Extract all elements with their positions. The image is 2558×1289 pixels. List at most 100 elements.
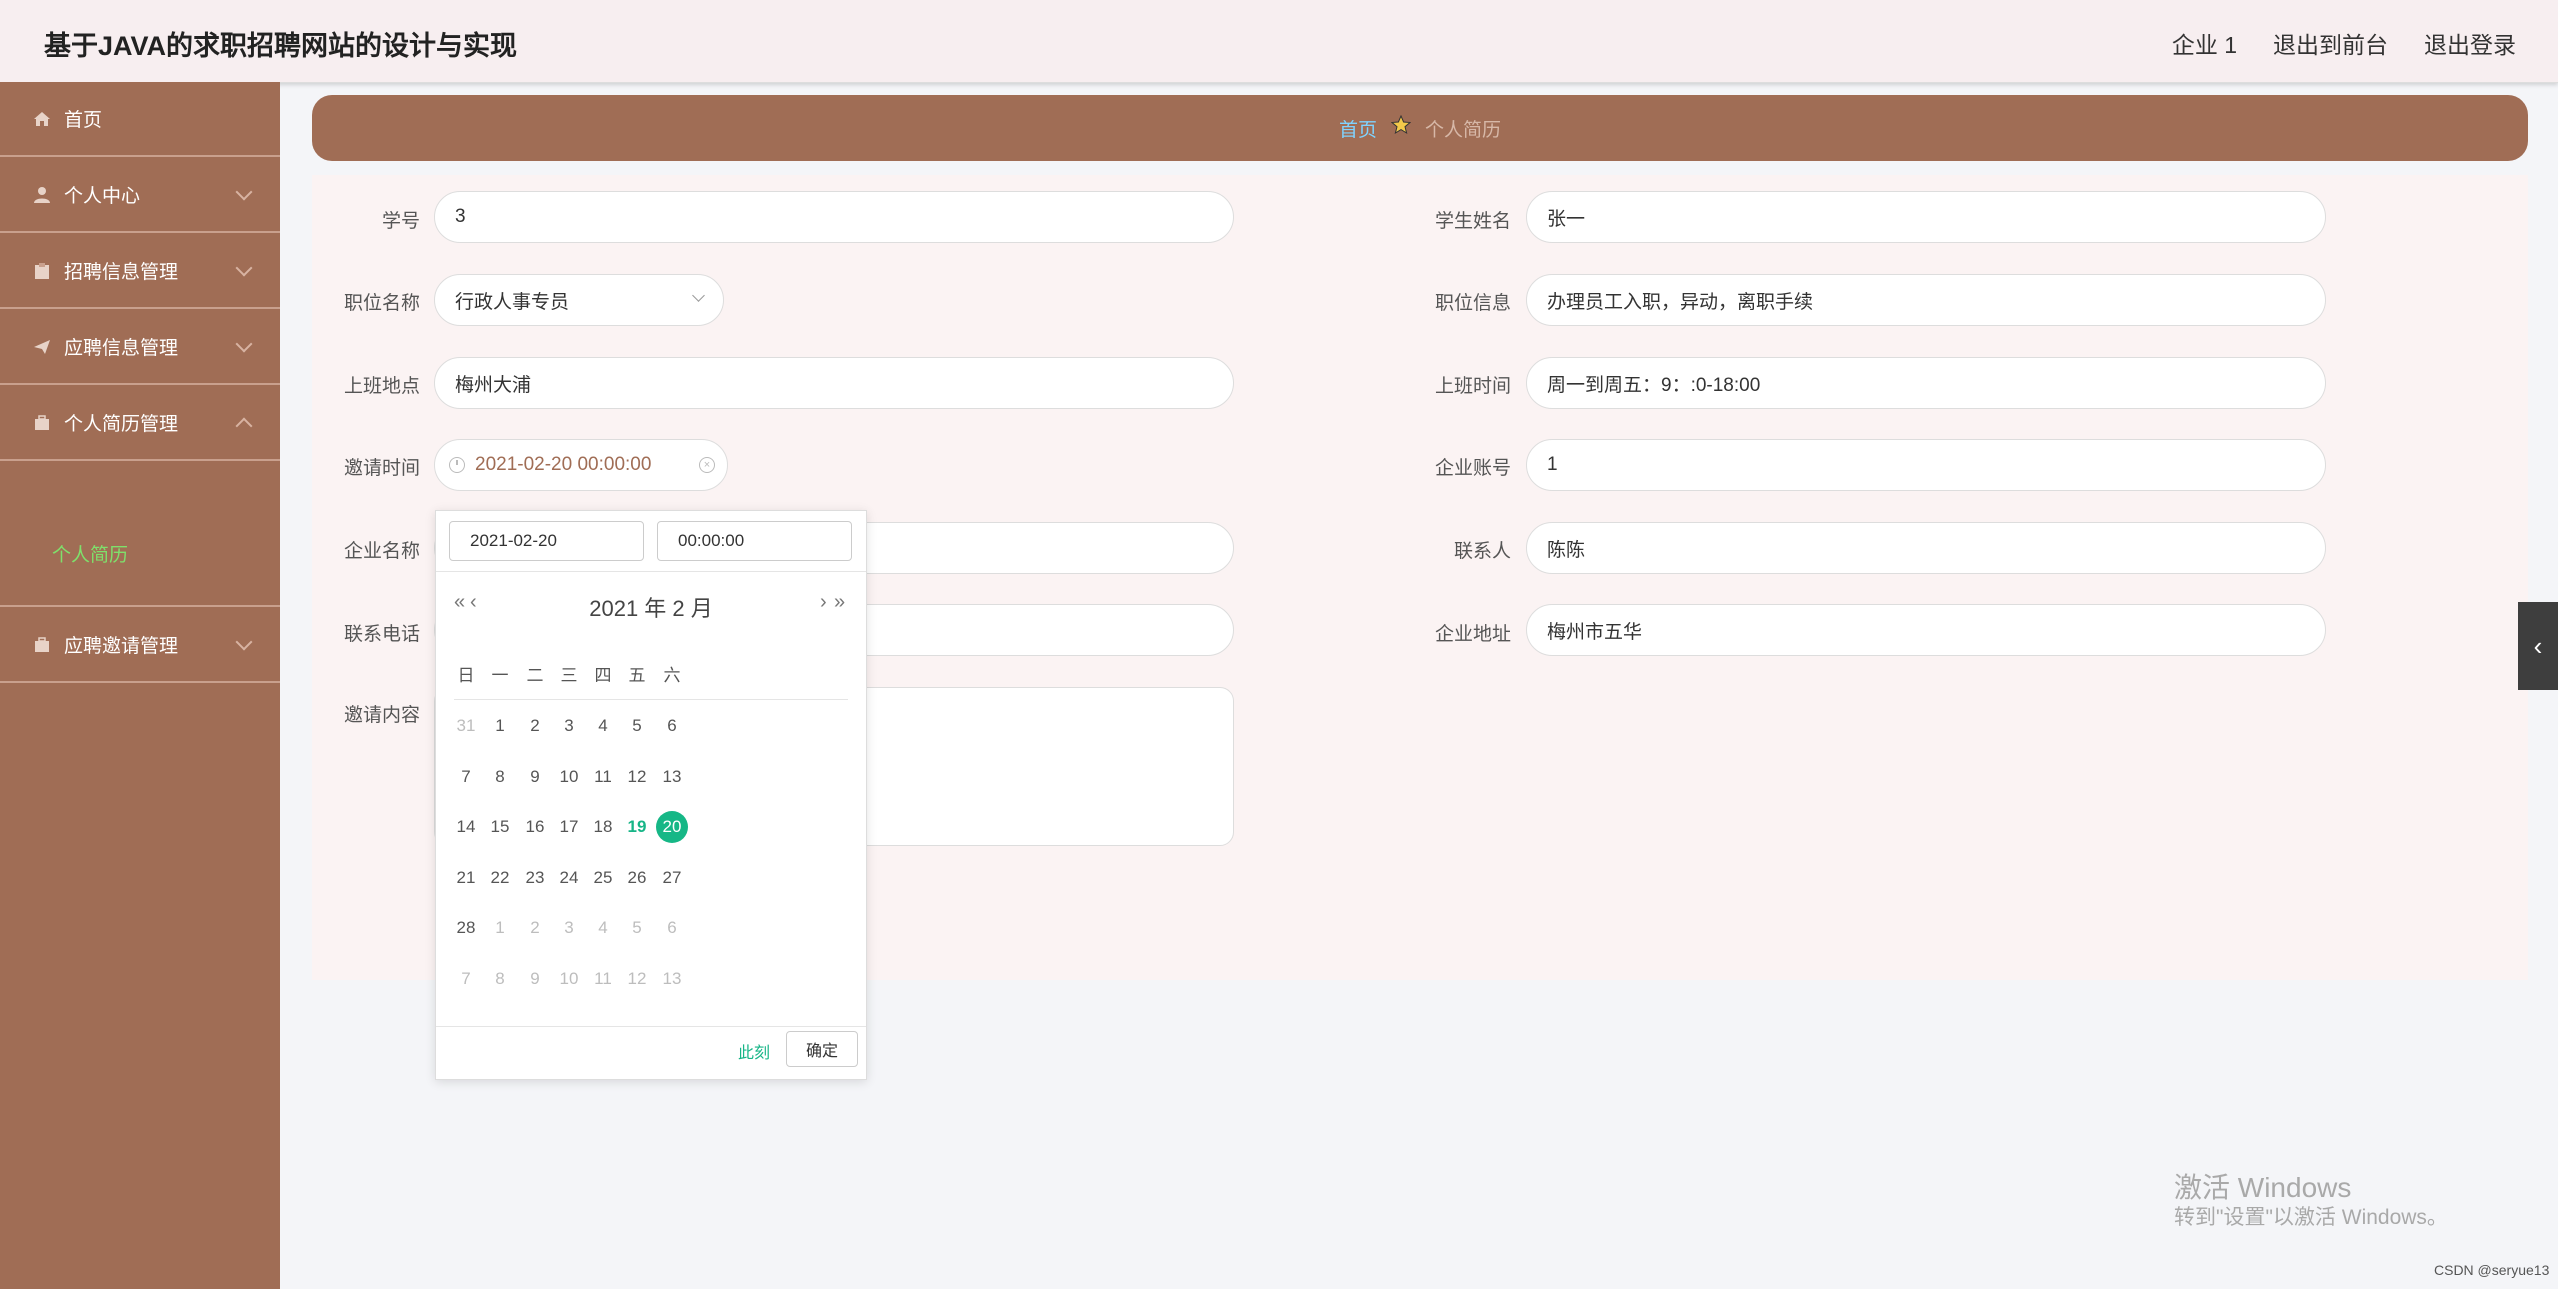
label-company-address: 企业地址 [1434,624,1511,645]
chevron-down-icon [235,259,253,277]
weekday-label: 五 [628,666,646,685]
calendar-day[interactable]: 12 [617,759,657,795]
invite-time-picker[interactable]: 2021-02-20 00:00:00 × [434,439,728,491]
calendar-day[interactable]: 13 [652,759,692,795]
briefcase-icon [32,413,52,433]
calendar-day[interactable]: 8 [480,961,520,997]
calendar-day[interactable]: 27 [652,860,692,896]
date-picker-popup: 2021-02-20 00:00:00 « ‹ 2021 年 2 月 › » 日… [435,510,867,1080]
label-student-name: 学生姓名 [1434,211,1511,232]
logout-link[interactable]: 退出登录 [2424,26,2516,60]
confirm-button[interactable]: 确定 [786,1031,858,1067]
sidebar-item-label: 应聘信息管理 [64,338,179,359]
label-contact-person: 联系人 [1453,541,1511,562]
sidebar-item-invite-mgmt[interactable]: 应聘邀请管理 [0,608,280,683]
label-company-name: 企业名称 [343,541,420,562]
sidebar-item-resume-mgmt[interactable]: 个人简历管理 [0,386,280,461]
top-bar: 基于JAVA的求职招聘网站的设计与实现 企业 1 退出到前台 退出登录 [0,0,2558,83]
calendar-day[interactable]: 26 [617,860,657,896]
label-work-time: 上班时间 [1434,376,1511,397]
sidebar-item-label: 应聘邀请管理 [64,636,179,657]
chevron-down-icon [235,183,253,201]
user-link[interactable]: 企业 1 [2172,26,2237,60]
calendar-day[interactable]: 1 [480,910,520,946]
collapse-panel-button[interactable]: ‹ [2518,602,2558,690]
sidebar-item-label: 个人简历管理 [64,414,179,435]
user-icon [32,185,52,205]
invite-time-value: 2021-02-20 00:00:00 [475,454,652,475]
label-position-info: 职位信息 [1434,293,1511,314]
calendar-day[interactable]: 8 [480,759,520,795]
home-icon [32,109,52,129]
chevron-up-icon [235,417,253,435]
weekday-label: 六 [663,666,681,685]
next-month-icon[interactable]: › [820,591,826,614]
sidebar-item-job-info[interactable]: 招聘信息管理 [0,234,280,309]
position-name-value: 行政人事专员 [455,291,570,313]
now-button[interactable]: 此刻 [738,1039,770,1063]
breadcrumb-home[interactable]: 首页 [1339,115,1377,142]
calendar-day-selected[interactable]: 20 [652,809,692,845]
divider [436,1026,866,1027]
send-icon [32,337,52,357]
star-icon [1390,114,1412,141]
picker-time-input[interactable]: 00:00:00 [657,521,852,561]
picker-date-input[interactable]: 2021-02-20 [449,521,644,561]
sidebar-item-label: 招聘信息管理 [64,262,179,283]
divider [454,699,848,700]
chevron-left-icon: ‹ [2533,630,2543,661]
student-name-field[interactable]: 张一 [1526,191,2326,243]
label-student-id: 学号 [381,211,420,232]
position-info-field[interactable]: 办理员工入职，异动，离职手续 [1526,274,2326,326]
calendar-day[interactable]: 5 [617,910,657,946]
calendar-day[interactable]: 15 [480,809,520,845]
clipboard-icon [32,261,52,281]
back-to-front-link[interactable]: 退出到前台 [2273,26,2388,60]
label-position-name: 职位名称 [343,293,420,314]
calendar-day[interactable]: 22 [480,860,520,896]
windows-activate-subtitle: 转到"设置"以激活 Windows。 [2174,1206,2448,1229]
csdn-watermark: CSDN @seryue13 [2434,1262,2550,1278]
student-id-field[interactable]: 3 [434,191,1234,243]
label-contact-phone: 联系电话 [343,624,420,645]
calendar-day[interactable]: 13 [652,961,692,997]
sidebar-item-label: 个人中心 [64,186,141,207]
sidebar-item-label: 首页 [64,110,103,131]
label-company-account: 企业账号 [1434,458,1511,479]
calendar-day[interactable]: 6 [652,910,692,946]
chevron-down-icon [235,335,253,353]
top-links: 企业 1 退出到前台 退出登录 [2172,26,2516,60]
chevron-down-icon [692,289,705,302]
company-account-field[interactable]: 1 [1526,439,2326,491]
calendar-day[interactable]: 12 [617,961,657,997]
work-time-field[interactable]: 周一到周五：9：:0-18:00 [1526,357,2326,409]
sidebar-item-application-info[interactable]: 应聘信息管理 [0,310,280,385]
breadcrumb-current: 个人简历 [1425,119,1502,141]
calendar-day[interactable]: 19 [617,809,657,845]
label-invite-content: 邀请内容 [343,705,420,726]
sidebar-item-home[interactable]: 首页 [0,82,280,157]
divider [436,571,866,572]
weekday-label: 一 [491,666,509,685]
calendar-day[interactable]: 5 [617,708,657,744]
company-address-field[interactable]: 梅州市五华 [1526,604,2326,656]
clear-icon[interactable]: × [699,457,715,473]
calendar-day[interactable]: 6 [652,708,692,744]
calendar-day[interactable]: 1 [480,708,520,744]
work-location-field[interactable]: 梅州大浦 [434,357,1234,409]
contact-person-field[interactable]: 陈陈 [1526,522,2326,574]
breadcrumb: 首页 个人简历 [312,95,2528,161]
windows-activate-title: 激活 Windows [2174,1172,2352,1203]
label-work-location: 上班地点 [343,376,420,397]
sidebar: 首页 个人中心 招聘信息管理 应聘信息管理 个人简历管理 个人简历 应聘邀请管理 [0,82,280,1289]
position-name-select[interactable]: 行政人事专员 [434,274,724,326]
clock-icon [449,457,465,473]
app-title: 基于JAVA的求职招聘网站的设计与实现 [44,31,518,61]
calendar-month-title: 2021 年 2 月 [589,596,713,621]
label-invite-time: 邀请时间 [343,458,420,479]
sidebar-item-personal-center[interactable]: 个人中心 [0,158,280,233]
sidebar-subitem-resume[interactable]: 个人简历 [0,522,280,607]
next-year-icon[interactable]: » [834,591,845,614]
chevron-down-icon [235,633,253,651]
briefcase-icon [32,635,52,655]
